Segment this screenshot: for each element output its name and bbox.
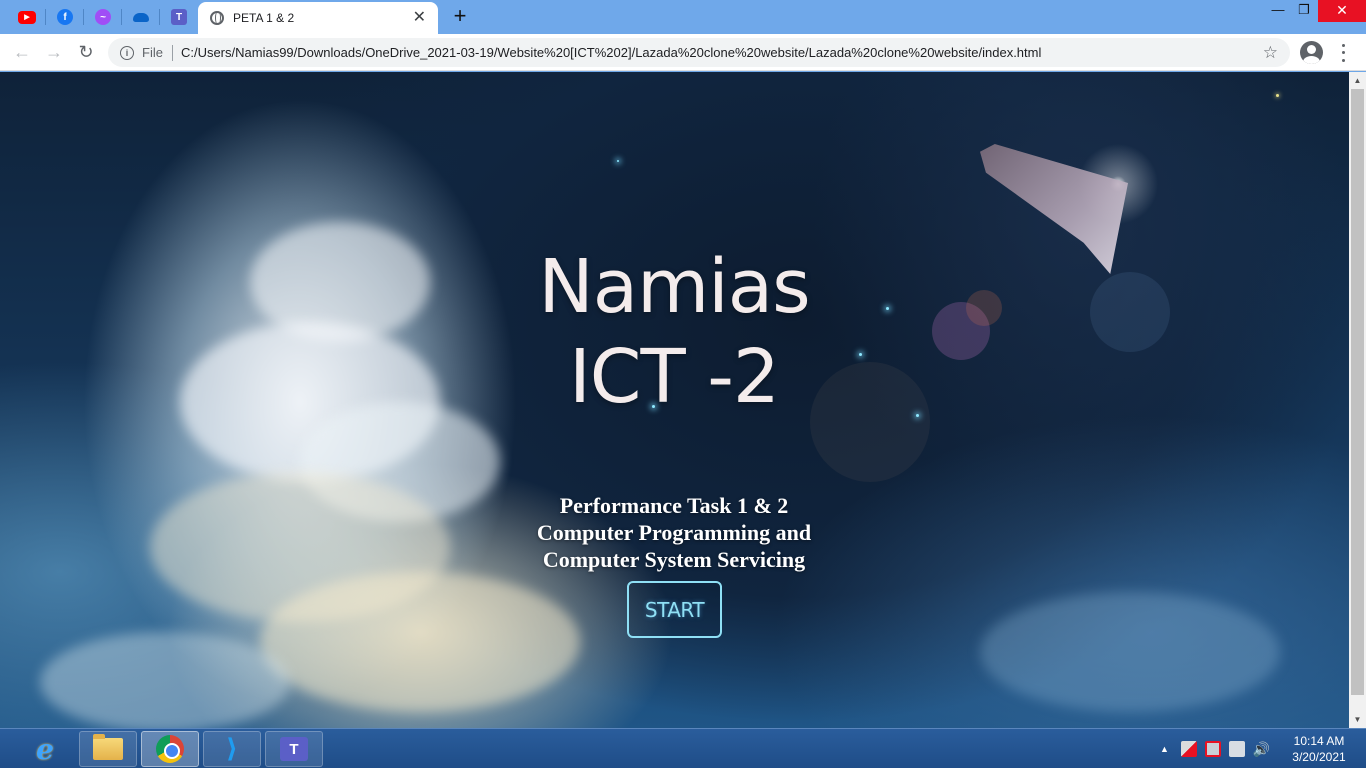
youtube-icon: ▶ bbox=[18, 10, 36, 24]
hero-title-line-1: Namias bbox=[538, 244, 810, 330]
windows-taskbar: e ⟩ T ▲ 🔊 10:14 AM 3/20/2021 bbox=[0, 728, 1366, 768]
flag-alert-icon[interactable] bbox=[1180, 741, 1197, 757]
taskbar-file-explorer[interactable] bbox=[79, 731, 137, 767]
scheme-label: File bbox=[142, 45, 163, 60]
address-bar[interactable]: i File C:/Users/Namias99/Downloads/OneDr… bbox=[108, 38, 1290, 67]
page-scrollbar[interactable]: ▲ ▼ bbox=[1349, 72, 1366, 728]
minimize-button[interactable]: — bbox=[1264, 0, 1292, 22]
file-explorer-icon bbox=[93, 734, 123, 760]
taskbar-vscode[interactable]: ⟩ bbox=[203, 731, 261, 767]
teams-icon: T bbox=[280, 737, 308, 761]
pinned-tab-onedrive[interactable] bbox=[122, 0, 160, 34]
url-text[interactable]: C:/Users/Namias99/Downloads/OneDrive_202… bbox=[181, 45, 1263, 60]
start-button[interactable]: START bbox=[627, 581, 722, 638]
teams-icon: T bbox=[171, 9, 187, 25]
browser-toolbar: ← → ↻ i File C:/Users/Namias99/Downloads… bbox=[0, 34, 1366, 71]
scroll-down-icon[interactable]: ▼ bbox=[1349, 711, 1366, 728]
info-icon[interactable]: i bbox=[120, 45, 134, 60]
pinned-tab-facebook[interactable]: f bbox=[46, 0, 84, 34]
facebook-icon: f bbox=[57, 9, 73, 25]
vscode-icon: ⟩ bbox=[226, 734, 238, 764]
clock-date: 3/20/2021 bbox=[1292, 750, 1346, 764]
back-button[interactable]: ← bbox=[8, 38, 36, 66]
divider bbox=[171, 44, 173, 61]
network-drive-icon[interactable] bbox=[1204, 741, 1221, 757]
page-viewport: Namias ICT -2 Performance Task 1 & 2 Com… bbox=[0, 72, 1349, 728]
airship-illustration bbox=[980, 144, 1128, 274]
restore-button[interactable]: ❐ bbox=[1290, 0, 1318, 22]
bookmark-star-icon[interactable]: ☆ bbox=[1263, 43, 1278, 63]
tray-expand-icon[interactable]: ▲ bbox=[1160, 744, 1169, 754]
new-tab-button[interactable]: + bbox=[448, 5, 472, 29]
reload-button[interactable]: ↻ bbox=[72, 38, 100, 66]
pinned-tab-messenger[interactable]: ~ bbox=[84, 0, 122, 34]
chrome-icon bbox=[156, 735, 184, 763]
profile-avatar-icon[interactable] bbox=[1300, 41, 1323, 64]
taskbar-teams[interactable]: T bbox=[265, 731, 323, 767]
active-tab[interactable]: PETA 1 & 2 ✕ bbox=[198, 2, 438, 34]
hero-title: Namias ICT -2 bbox=[474, 242, 874, 422]
system-clock[interactable]: 10:14 AM 3/20/2021 bbox=[1280, 733, 1358, 765]
taskbar-chrome[interactable] bbox=[141, 731, 199, 767]
volume-icon[interactable]: 🔊 bbox=[1253, 741, 1270, 757]
tab-close-icon[interactable]: ✕ bbox=[413, 10, 426, 26]
pinned-tab-teams[interactable]: T bbox=[160, 0, 198, 34]
forward-button[interactable]: → bbox=[40, 38, 68, 66]
clock-time: 10:14 AM bbox=[1293, 734, 1345, 748]
subtitle-line-2: Computer Programming and bbox=[536, 520, 812, 545]
subtitle-line-3: Computer System Servicing bbox=[542, 547, 806, 572]
network-icon[interactable] bbox=[1228, 741, 1245, 757]
pinned-tab-youtube[interactable]: ▶ bbox=[8, 0, 46, 34]
scroll-up-icon[interactable]: ▲ bbox=[1349, 72, 1366, 89]
onedrive-icon bbox=[133, 9, 149, 25]
menu-kebab-icon[interactable] bbox=[1336, 42, 1350, 64]
hero-title-line-2: ICT -2 bbox=[568, 334, 780, 420]
internet-explorer-icon: e bbox=[36, 732, 54, 766]
tab-strip: ▶ f ~ T PETA 1 & 2 ✕ + — ❐ ✕ bbox=[0, 0, 1366, 34]
globe-icon bbox=[210, 11, 224, 25]
window-close-button[interactable]: ✕ bbox=[1318, 0, 1366, 22]
taskbar-internet-explorer[interactable]: e bbox=[16, 731, 74, 767]
tab-title: PETA 1 & 2 bbox=[233, 11, 295, 25]
subtitle-line-1: Performance Task 1 & 2 bbox=[559, 493, 789, 518]
system-tray: ▲ 🔊 bbox=[1160, 729, 1273, 768]
scroll-thumb[interactable] bbox=[1351, 89, 1364, 695]
hero-subtitle: Performance Task 1 & 2 Computer Programm… bbox=[474, 492, 874, 573]
messenger-icon: ~ bbox=[95, 9, 111, 25]
